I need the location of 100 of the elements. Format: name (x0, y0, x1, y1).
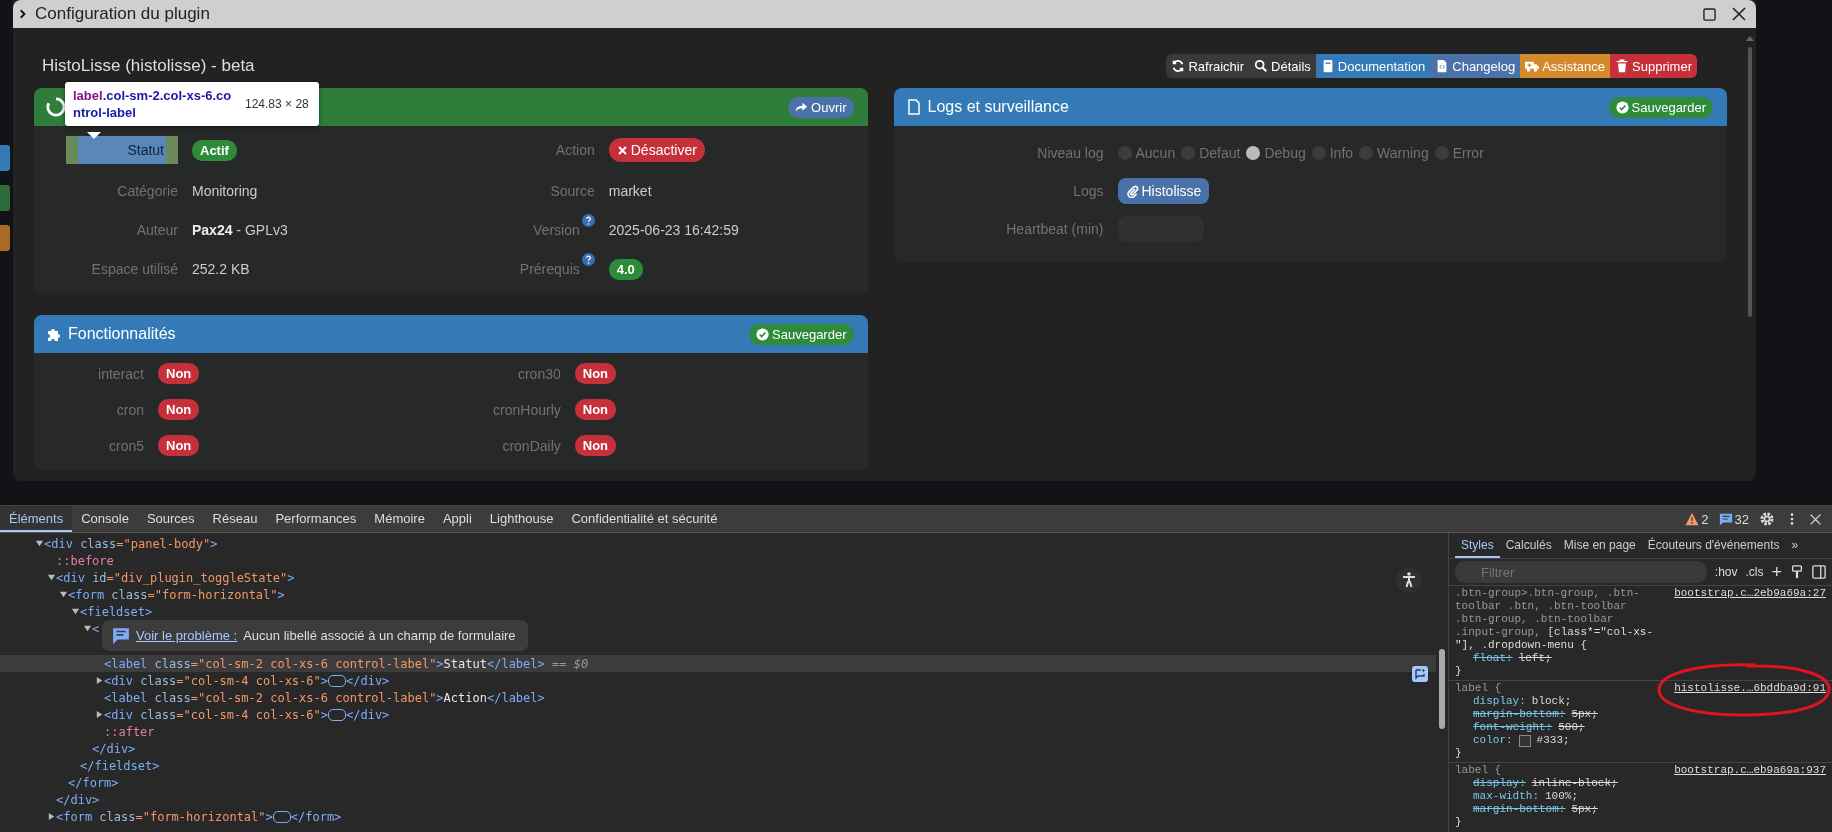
source-link[interactable]: histolisse.…6bddba9d:91 (1674, 682, 1826, 695)
dom-node[interactable]: < (92, 621, 100, 636)
css-declaration[interactable]: margin-bottom: 5px; (1455, 708, 1826, 721)
color-swatch[interactable] (1518, 734, 1531, 747)
closing-brace: } (1455, 816, 1462, 829)
warning-icon (1685, 512, 1700, 526)
devtools-tab[interactable]: Éléments (0, 506, 73, 532)
feature-label: cron (115, 401, 144, 418)
dom-node[interactable]: <fieldset> (80, 604, 153, 619)
feature-label: cron30 (516, 365, 561, 382)
devtools-tab[interactable]: Lighthouse (480, 506, 563, 532)
field-label: Version (533, 222, 580, 238)
css-declaration[interactable]: color: #333; (1455, 734, 1826, 747)
class-button[interactable]: .cls (1745, 565, 1764, 579)
log-file-button[interactable]: Histolisse (1117, 178, 1210, 204)
source-link[interactable]: bootstrap.c…2eb9a69a:27 (1674, 587, 1826, 600)
field-label: Catégorie (117, 183, 178, 199)
toolbar-button[interactable]: Supprimer (1610, 54, 1697, 78)
save-button[interactable]: Sauvegarder (1608, 96, 1713, 118)
closing-tag: </form> (290, 809, 342, 824)
styles-tab[interactable]: Écouteurs d'événements (1641, 533, 1786, 558)
css-declaration[interactable]: display: inline-block; (1455, 777, 1826, 790)
css-selector: label { (1455, 764, 1502, 777)
more-tabs-button[interactable]: » (1785, 533, 1805, 558)
message-count[interactable]: 32 (1718, 511, 1749, 527)
status-badge: Non (574, 399, 617, 420)
devtools-tab[interactable]: Confidentialité et sécurité (562, 506, 727, 532)
warning-count[interactable]: 2 (1685, 511, 1709, 527)
toolbar-button[interactable]: Détails (1249, 54, 1316, 78)
css-declaration[interactable]: float: left; (1455, 652, 1826, 665)
document-icon (905, 98, 922, 116)
field-value: 2025-06-23 16:42:59 (608, 222, 739, 238)
collapsed-caret-icon (94, 710, 104, 719)
dom-node[interactable]: <div class="col-sm-4 col-xs-6"> (104, 673, 328, 688)
devtools-tab[interactable]: Console (72, 506, 138, 532)
closing-tag: </div> (346, 707, 390, 722)
settings-icon (1759, 511, 1775, 527)
paperclip-icon (1125, 184, 1139, 198)
pseudo-element[interactable]: ::before (56, 553, 114, 568)
field-label: Espace utilisé (91, 261, 178, 277)
deactivate-button[interactable]: Désactiver (608, 138, 705, 162)
status-badge: Non (574, 363, 617, 384)
dom-node[interactable]: <label class="col-sm-2 col-xs-6 control-label">Statut</label> (104, 656, 545, 671)
plugin-heading: HistoLisse (histolisse) - beta (42, 56, 255, 76)
css-declaration[interactable]: max-width: 100%; (1455, 790, 1826, 803)
ellipsis-icon[interactable] (328, 674, 346, 687)
status-badge: 4.0 (608, 258, 643, 280)
source-link[interactable]: bootstrap.c…eb9a69a:937 (1674, 764, 1826, 777)
field-value: Pax24 - GPLv3 (192, 222, 288, 238)
panel-title: Logs et surveillance (927, 98, 1069, 116)
view-issue-link[interactable]: Voir le problème : (136, 628, 238, 643)
dom-node[interactable]: <div id="div_plugin_toggleState"> (56, 570, 295, 585)
dom-node[interactable]: <form class="form-horizontal"> (68, 587, 285, 602)
ellipsis-icon[interactable] (328, 708, 346, 721)
css-declaration[interactable]: margin-bottom: 5px; (1455, 803, 1826, 816)
dom-node[interactable]: <form class="form-horizontal"> (56, 809, 273, 824)
scroll-up-icon[interactable] (1746, 36, 1754, 41)
feature-label: cronDaily (501, 437, 561, 454)
toolbar-button[interactable]: Rafraichir (1166, 54, 1250, 78)
devtools-tab[interactable]: Mémoire (365, 506, 434, 532)
closing-brace: } (1455, 747, 1462, 760)
dom-node[interactable]: <div class="col-sm-4 col-xs-6"> (104, 707, 328, 722)
check-circle-icon (1615, 100, 1629, 114)
toolbar-button[interactable]: Documentation (1315, 54, 1431, 78)
new-rule-button[interactable]: + (1771, 561, 1782, 583)
page-button-edge (0, 185, 10, 211)
field-value: 252.2 KB (192, 261, 250, 277)
styles-tab[interactable]: Mise en page (1557, 533, 1642, 558)
field-label: Prérequis (519, 261, 580, 277)
maximize-icon[interactable] (1703, 7, 1716, 21)
hover-state-button[interactable]: :hov (1714, 565, 1738, 579)
field-label: Auteur (136, 222, 178, 238)
css-declaration[interactable]: font-weight: 500; (1455, 721, 1826, 734)
devtools-tab[interactable]: Réseau (203, 506, 267, 532)
open-button[interactable]: Ouvrir (788, 96, 854, 118)
css-declaration[interactable]: display: block; (1455, 695, 1826, 708)
feature-label: cron5 (107, 437, 144, 454)
devtools-tab[interactable]: Appli (433, 506, 481, 532)
dom-node[interactable]: <div class="panel-body"> (44, 536, 218, 551)
accessibility-icon[interactable] (1396, 567, 1422, 593)
page-button-edge (0, 145, 10, 171)
devtools-tab[interactable]: Sources (137, 506, 204, 532)
field-label: Action (555, 142, 595, 158)
devtools-tab[interactable]: Performances (266, 506, 366, 532)
close-icon[interactable] (1732, 7, 1746, 21)
styles-tab[interactable]: Styles (1455, 533, 1500, 558)
closing-tag: </div> (56, 792, 100, 807)
ellipsis-icon[interactable] (272, 810, 291, 823)
paint-roller-icon (1790, 565, 1804, 579)
filter-field[interactable]: Filtrer (1455, 561, 1707, 583)
collapsed-caret-icon (94, 676, 104, 685)
search-icon (1254, 59, 1269, 73)
puzzle-icon (46, 326, 62, 342)
toolbar-button[interactable]: Changelog (1430, 54, 1521, 78)
dom-node[interactable]: <label class="col-sm-2 col-xs-6 control-label">Action</label> (104, 690, 545, 705)
refresh-icon (1171, 59, 1186, 73)
field-value: market (608, 183, 652, 199)
pseudo-element[interactable]: ::after (104, 724, 155, 739)
styles-tab[interactable]: Calculés (1499, 533, 1558, 558)
save-button[interactable]: Sauvegarder (749, 323, 854, 345)
